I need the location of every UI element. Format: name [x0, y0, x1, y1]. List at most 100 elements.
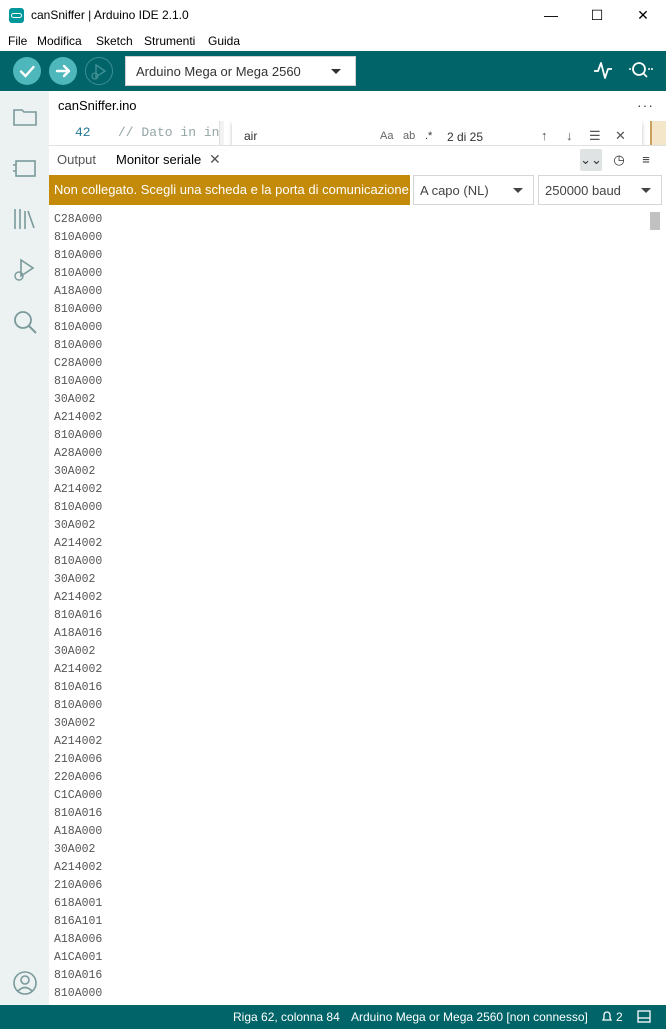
timestamp-toggle[interactable]: ◷: [608, 149, 630, 171]
tab-output[interactable]: Output: [57, 152, 96, 167]
find-in-selection-button[interactable]: ☰: [589, 128, 601, 144]
status-bar: Riga 62, colonna 84 Arduino Mega or Mega…: [0, 1005, 666, 1029]
chevron-down-icon: [513, 188, 523, 193]
account-icon[interactable]: [11, 969, 39, 997]
board-status[interactable]: Arduino Mega or Mega 2560 [non connesso]: [351, 1010, 588, 1024]
serial-output-line: 30A002: [54, 465, 96, 478]
serial-output-lines: C28A000 810A000 810A000 810A000 A18A000 810A0…: [54, 211, 102, 1003]
notification-count: 2: [616, 1010, 623, 1024]
serial-output-line: A214002: [54, 537, 103, 550]
serial-monitor-button[interactable]: [627, 59, 653, 84]
serial-output-line: A214002: [54, 411, 103, 424]
debug-icon: [91, 63, 107, 80]
regex-toggle[interactable]: .*: [425, 130, 432, 142]
board-selector[interactable]: Arduino Mega or Mega 2560: [125, 56, 356, 86]
serial-output-line: A18A016: [54, 627, 103, 640]
whole-word-toggle[interactable]: ab: [403, 130, 415, 142]
tab-serial-monitor[interactable]: Monitor seriale: [116, 152, 201, 167]
menu-modifica[interactable]: Modifica: [37, 34, 82, 48]
chevron-down-icon: [331, 69, 341, 74]
serial-output-line: A18A000: [54, 285, 103, 298]
serial-output-line: 618A001: [54, 897, 103, 910]
serial-output-line: 810A000: [54, 231, 103, 244]
serial-output-line: 810A000: [54, 375, 103, 388]
check-icon: [19, 65, 35, 78]
menu-strumenti[interactable]: Strumenti: [144, 34, 195, 48]
serial-plotter-icon: [594, 62, 612, 79]
chevron-down-icon: [641, 188, 651, 193]
serial-output-line: A18A006: [54, 933, 103, 946]
find-input[interactable]: air: [244, 129, 257, 143]
serial-output-line: 810A000: [54, 987, 103, 1000]
close-find-button[interactable]: ✕: [615, 128, 626, 144]
editor-divider: [219, 121, 224, 145]
board-icon[interactable]: [11, 154, 39, 182]
code-editor[interactable]: 42 // Dato in in air Aa ab .* 2 di 25 ↑ …: [49, 121, 666, 145]
serial-output-line: 30A002: [54, 645, 96, 658]
next-match-button[interactable]: ↓: [566, 128, 573, 143]
scrollbar-thumb[interactable]: [650, 212, 660, 230]
serial-output-line: A1CA001: [54, 951, 103, 964]
autoscroll-toggle[interactable]: ⌄⌄: [580, 149, 602, 171]
minimize-button[interactable]: —: [528, 0, 574, 31]
serial-output-line: 810A000: [54, 501, 103, 514]
previous-match-button[interactable]: ↑: [541, 128, 548, 143]
more-actions-button[interactable]: ···: [637, 97, 654, 113]
baud-rate-select[interactable]: 250000 baud: [538, 175, 662, 205]
board-selector-label: Arduino Mega or Mega 2560: [136, 64, 301, 79]
folder-icon[interactable]: [11, 103, 39, 131]
serial-output-line: 220A006: [54, 771, 103, 784]
serial-output[interactable]: C28A000 810A000 810A000 810A000 A18A000 810A0…: [49, 205, 666, 1005]
menu-guida[interactable]: Guida: [208, 34, 240, 48]
menu-file[interactable]: File: [8, 34, 27, 48]
editor-tabs: canSniffer.ino ···: [49, 91, 666, 123]
serial-output-line: C28A000: [54, 357, 103, 370]
serial-output-line: A18A000: [54, 825, 103, 838]
serial-output-line: 810A000: [54, 339, 103, 352]
serial-output-line: 810A000: [54, 429, 103, 442]
serial-output-line: 810A000: [54, 699, 103, 712]
serial-output-line: 30A002: [54, 519, 96, 532]
serial-output-line: 30A002: [54, 717, 96, 730]
match-case-toggle[interactable]: Aa: [380, 130, 393, 142]
serial-output-line: 210A006: [54, 879, 103, 892]
serial-plotter-button[interactable]: [592, 59, 614, 84]
upload-button[interactable]: [49, 57, 77, 85]
find-widget: air Aa ab .* 2 di 25 ↑ ↓ ☰ ✕: [232, 121, 642, 145]
serial-output-line: A214002: [54, 663, 103, 676]
arrow-right-icon: [55, 64, 71, 78]
maximize-button[interactable]: ☐: [574, 0, 620, 31]
window-title: canSniffer | Arduino IDE 2.1.0: [31, 8, 189, 22]
serial-output-line: A28A000: [54, 447, 103, 460]
menu-sketch[interactable]: Sketch: [96, 34, 133, 48]
verify-button[interactable]: [13, 57, 41, 85]
cursor-position[interactable]: Riga 62, colonna 84: [233, 1010, 340, 1024]
panel-toggle-icon[interactable]: [637, 1010, 651, 1026]
activity-sidebar: [0, 91, 49, 1005]
clear-output-button[interactable]: ≡: [635, 149, 657, 171]
baud-rate-value: 250000 baud: [545, 183, 621, 198]
serial-output-line: 210A006: [54, 753, 103, 766]
close-window-button[interactable]: ✕: [620, 0, 666, 31]
serial-output-line: 810A000: [54, 303, 103, 316]
tab-cansniffer-ino[interactable]: canSniffer.ino: [49, 91, 146, 123]
serial-output-line: 810A016: [54, 969, 103, 982]
serial-output-line: A214002: [54, 861, 103, 874]
serial-monitor-toolbar: Non collegato. Scegli una scheda e la po…: [49, 175, 666, 205]
search-icon[interactable]: [11, 308, 39, 336]
find-match-count: 2 di 25: [447, 130, 484, 144]
serial-output-line: A214002: [54, 483, 103, 496]
bell-icon[interactable]: [601, 1010, 613, 1024]
serial-output-line: 30A002: [54, 393, 96, 406]
line-number: 42: [75, 125, 91, 140]
line-ending-select[interactable]: A capo (NL): [413, 175, 534, 205]
code-line: // Dato in in: [118, 125, 220, 140]
debug-icon[interactable]: [11, 256, 39, 284]
close-icon[interactable]: ✕: [209, 151, 221, 168]
debug-button[interactable]: [85, 57, 113, 85]
serial-output-line: 810A000: [54, 321, 103, 334]
not-connected-notice: Non collegato. Scegli una scheda e la po…: [49, 175, 410, 205]
serial-output-line: C1CA000: [54, 789, 103, 802]
library-icon[interactable]: [11, 205, 39, 233]
serial-output-line: 816A101: [54, 915, 103, 928]
